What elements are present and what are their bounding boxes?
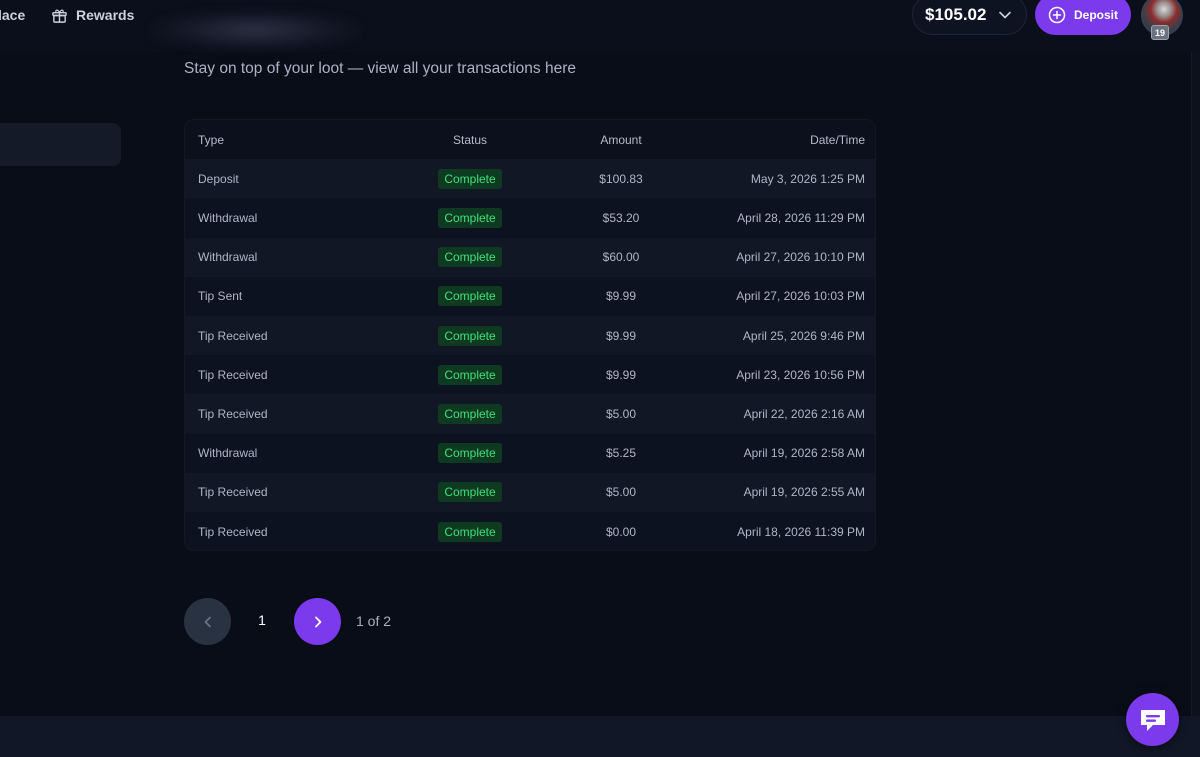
- balance-dropdown[interactable]: $105.02: [912, 0, 1027, 35]
- table-row: Tip Received Complete $0.00 April 18, 2026 …: [185, 512, 875, 550]
- table-row: Tip Received Complete $5.00 April 19, 2026 …: [185, 472, 875, 512]
- previous-page-button[interactable]: [184, 598, 231, 645]
- table-row: Withdrawal Complete $60.00 April 27, 2026 1…: [185, 237, 875, 277]
- status-badge: Complete: [438, 443, 502, 464]
- deposit-label: Deposit: [1073, 7, 1118, 22]
- cell-type: Tip Received: [198, 328, 268, 343]
- live-chat-button[interactable]: [1126, 693, 1179, 746]
- sidebar-item-active[interactable]: [0, 123, 121, 166]
- cell-status: Complete: [420, 207, 520, 228]
- cell-amount: $5.25: [605, 446, 637, 461]
- chevron-right-icon: [314, 616, 321, 627]
- cell-date: April 22, 2026 2:16 AM: [743, 406, 865, 421]
- status-badge: Complete: [438, 286, 502, 307]
- nav-item-marketplace[interactable]: lace: [0, 6, 25, 24]
- chat-icon: [1140, 709, 1165, 731]
- cell-amount: $9.99: [605, 367, 637, 382]
- header-amount: Amount: [600, 132, 642, 147]
- header-status: Status: [452, 132, 488, 147]
- footer: [0, 716, 1200, 757]
- page-info: 1 of 2: [356, 613, 392, 629]
- cell-status: Complete: [420, 403, 520, 424]
- deposit-button[interactable]: Deposit: [1035, 0, 1131, 35]
- status-badge: Complete: [438, 168, 502, 189]
- cell-type: Withdrawal: [198, 210, 258, 225]
- table-row: Tip Received Complete $9.99 April 23, 2026 …: [185, 355, 875, 395]
- cell-amount: $60.00: [602, 250, 640, 265]
- scrollbar[interactable]: [1191, 52, 1200, 716]
- table-row: Tip Sent Complete $9.99 April 27, 2026 10:0…: [185, 276, 875, 316]
- table-row: Tip Received Complete $9.99 April 25, 2026 …: [185, 316, 875, 356]
- cell-amount: $5.00: [605, 485, 637, 500]
- cell-status: Complete: [420, 168, 520, 189]
- cell-type: Tip Received: [198, 485, 268, 500]
- gift-icon: [52, 9, 67, 23]
- table-row: Tip Received Complete $5.00 April 22, 2026 …: [185, 394, 875, 434]
- chevron-down-icon: [999, 11, 1012, 18]
- cell-date: April 25, 2026 9:46 PM: [742, 328, 865, 343]
- cell-amount: $0.00: [605, 524, 637, 539]
- cell-date: April 23, 2026 10:56 PM: [736, 367, 865, 382]
- cell-status: Complete: [420, 443, 520, 464]
- page-number-current[interactable]: 1: [252, 612, 272, 632]
- nav-item-label: Rewards: [76, 7, 135, 23]
- table-row: Withdrawal Complete $53.20 April 28, 2026 1…: [185, 198, 875, 238]
- cell-type: Tip Received: [198, 406, 268, 421]
- header-type: Type: [198, 132, 225, 147]
- chevron-left-icon: [204, 616, 211, 627]
- page-subtitle: Stay on top of your loot — view all your…: [184, 60, 577, 77]
- cell-status: Complete: [420, 247, 520, 268]
- cell-date: May 3, 2026 1:25 PM: [750, 171, 865, 186]
- nav-item-label: lace: [0, 7, 26, 23]
- cell-status: Complete: [420, 325, 520, 346]
- status-badge: Complete: [438, 403, 502, 424]
- cell-date: April 18, 2026 11:39 PM: [737, 524, 865, 539]
- next-page-button[interactable]: [294, 598, 341, 645]
- cell-date: April 27, 2026 10:10 PM: [736, 250, 865, 265]
- status-badge: Complete: [438, 521, 502, 542]
- user-level-badge: 19: [1151, 25, 1169, 40]
- cell-date: April 19, 2026 2:58 AM: [743, 446, 865, 461]
- status-badge: Complete: [438, 247, 502, 268]
- status-badge: Complete: [438, 364, 502, 385]
- cell-amount: $53.20: [602, 210, 640, 225]
- table-header-row: Type Status Amount Date/Time: [185, 120, 875, 160]
- status-badge: Complete: [438, 482, 502, 503]
- status-badge: Complete: [438, 207, 502, 228]
- cell-date: April 27, 2026 10:03 PM: [736, 289, 865, 304]
- top-navbar: lace Rewards $105.02 Deposit 19: [0, 0, 1200, 52]
- plus-circle-icon: [1048, 6, 1066, 23]
- cell-amount: $9.99: [605, 289, 637, 304]
- cell-status: Complete: [420, 286, 520, 307]
- table-row: Deposit Complete $100.83 May 3, 2026 1:25 P…: [185, 159, 875, 199]
- header-date: Date/Time: [810, 132, 865, 147]
- cell-status: Complete: [420, 482, 520, 503]
- balance-value: $105.02: [925, 4, 987, 24]
- cell-amount: $5.00: [605, 406, 637, 421]
- table-row: Withdrawal Complete $5.25 April 19, 2026 2:…: [185, 433, 875, 473]
- cell-date: April 19, 2026 2:55 AM: [743, 485, 865, 500]
- cell-type: Withdrawal: [198, 250, 258, 265]
- cell-type: Tip Sent: [198, 289, 243, 304]
- cell-status: Complete: [420, 521, 520, 542]
- cell-status: Complete: [420, 364, 520, 385]
- status-badge: Complete: [438, 325, 502, 346]
- cell-type: Withdrawal: [198, 446, 258, 461]
- cell-date: April 28, 2026 11:29 PM: [737, 210, 865, 225]
- cell-amount: $9.99: [605, 328, 637, 343]
- nav-item-rewards[interactable]: Rewards: [51, 6, 134, 24]
- cell-type: Tip Received: [198, 367, 268, 382]
- cell-type: Tip Received: [198, 524, 268, 539]
- blurred-logo: [150, 10, 360, 50]
- cell-type: Deposit: [198, 171, 239, 186]
- cell-amount: $100.83: [599, 171, 643, 186]
- transactions-table: Type Status Amount Date/Time Deposit Comp…: [184, 119, 876, 551]
